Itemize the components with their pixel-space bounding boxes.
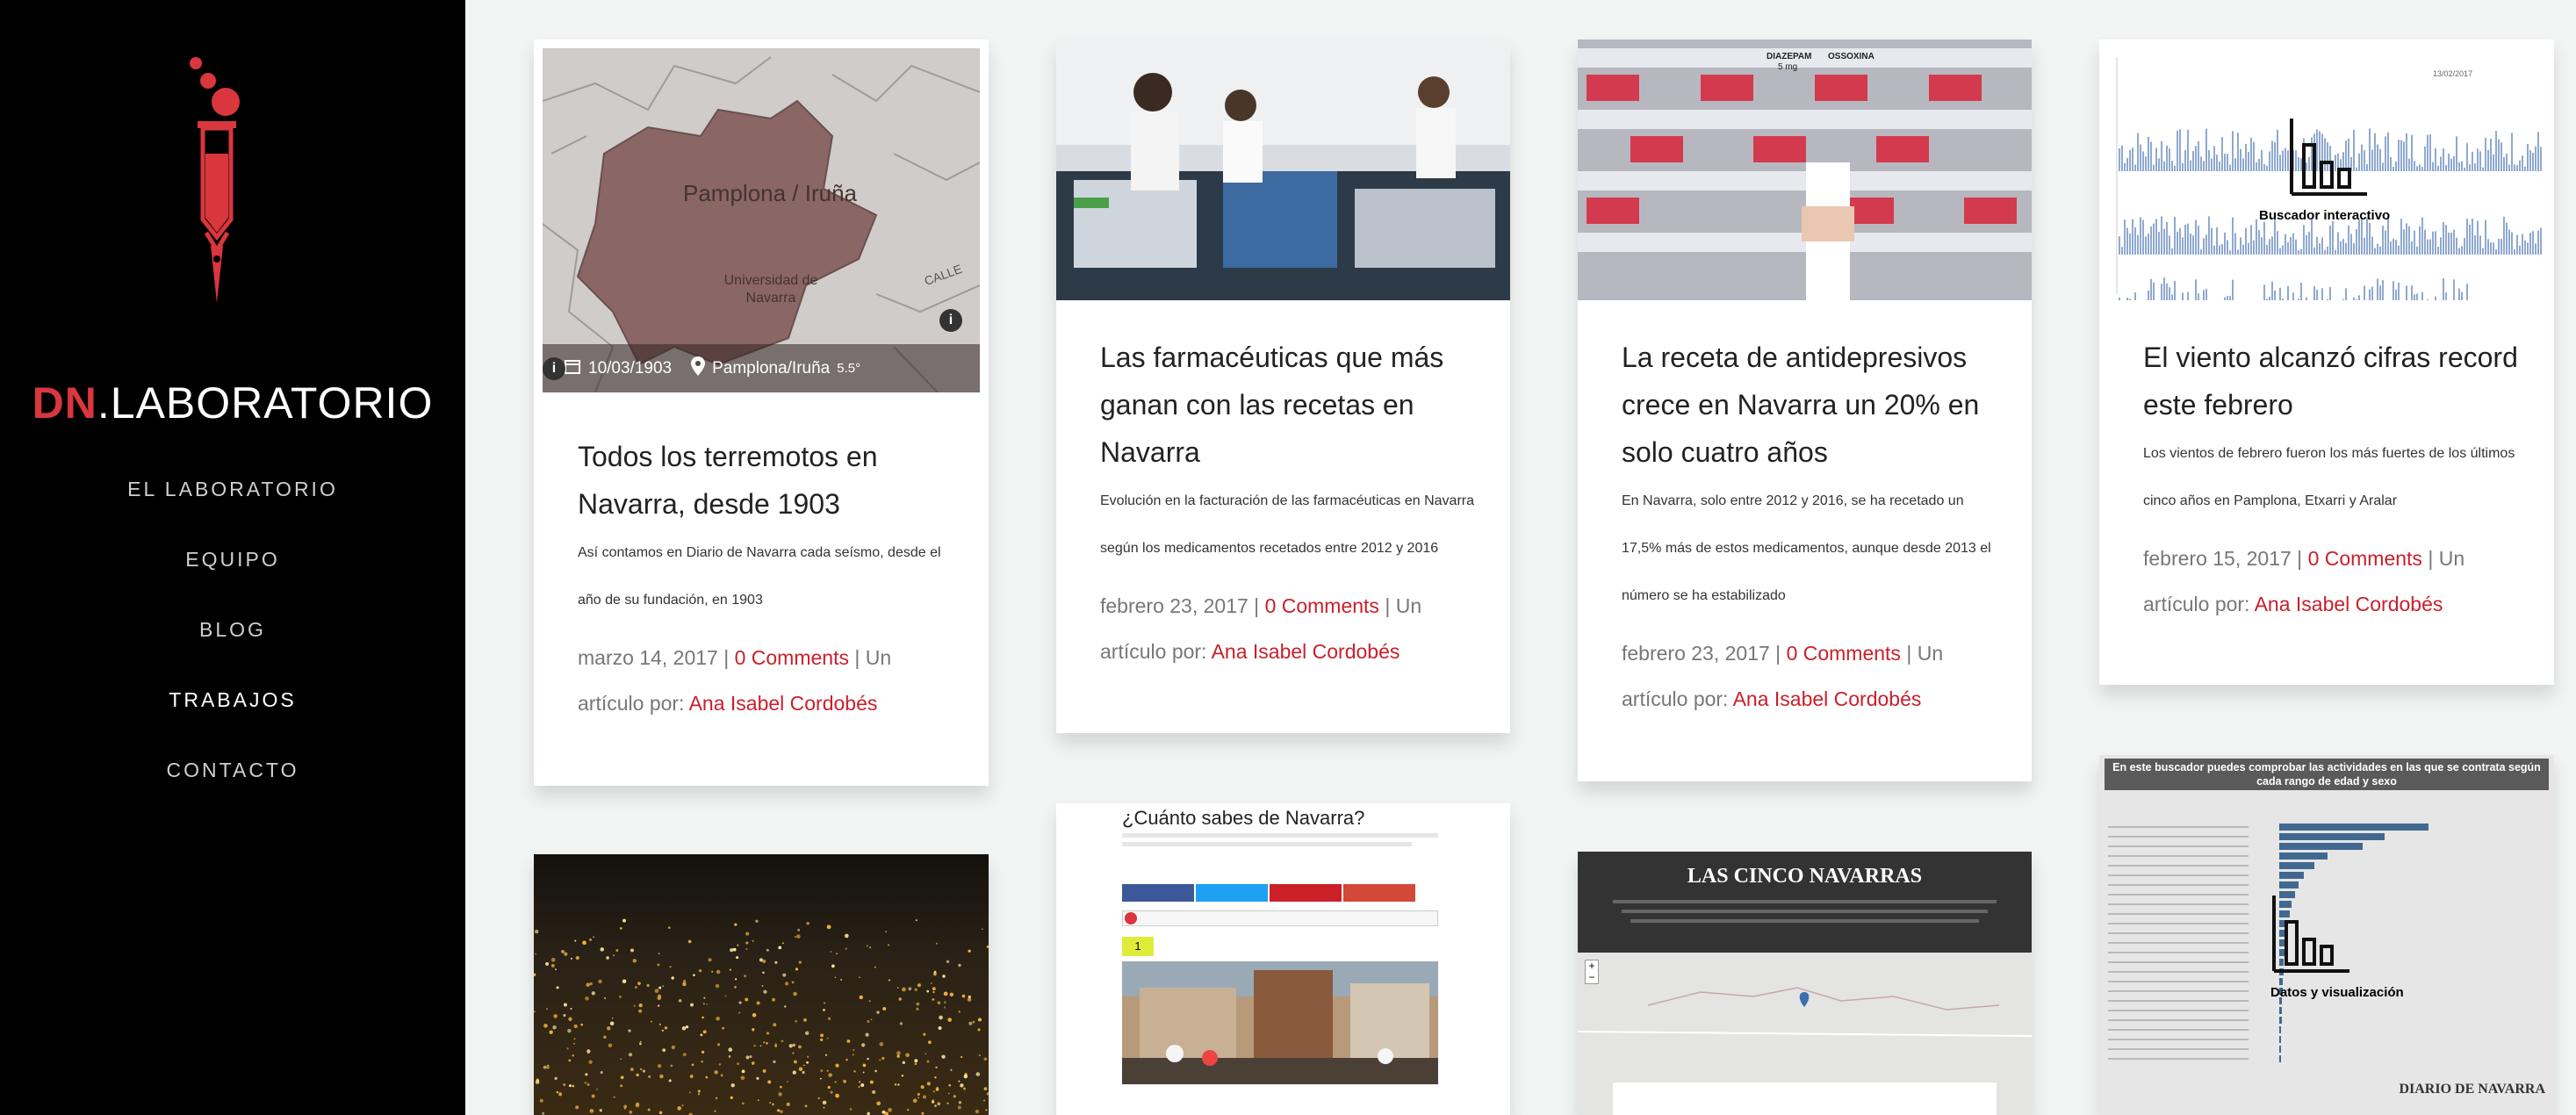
post-title[interactable]: Las farmacéuticas que más ganan con las … [1100, 334, 1475, 476]
brand-name: DN.LABORATORIO [0, 378, 465, 428]
quiz-step[interactable]: 1 [1122, 937, 1154, 956]
location-pin-icon [691, 356, 706, 381]
post-card-farmaceuticas: Las farmacéuticas que más ganan con las … [1056, 40, 1510, 733]
post-excerpt: Así contamos en Diario de Navarra cada s… [578, 545, 941, 608]
post-thumbnail-map[interactable]: Pamplona / Iruña Universidad de Navarra … [542, 48, 981, 393]
post-date: marzo 14, 2017 [578, 646, 718, 669]
earthquake-date: 10/03/1903 [588, 358, 673, 378]
post-body: El viento alcanzó cifras record este feb… [2143, 334, 2519, 627]
magnitude-info-icon: i [543, 356, 565, 380]
map-city-label: Pamplona / Iruña [683, 180, 858, 206]
post-meta: marzo 14, 2017 | 0 Comments | Un artícul… [578, 646, 892, 715]
post-thumbnail-pharmacy[interactable]: DIAZEPAM 5 mg OSSOXINA [1578, 40, 2032, 300]
dataviz-title: En este buscador puedes comprobar las ac… [2112, 761, 2541, 788]
post-meta: febrero 23, 2017 | 0 Comments | Un artíc… [1100, 594, 1422, 663]
post-title[interactable]: El viento alcanzó cifras record este feb… [2143, 334, 2519, 428]
post-comments-link[interactable]: 0 Comments [735, 646, 849, 669]
post-title[interactable]: La receta de antidepresivos crece en Nav… [1622, 334, 1997, 476]
nav-trabajos[interactable]: TRABAJOS [0, 680, 465, 751]
drawer-label-ossoxina: OSSOXINA [1828, 52, 1874, 61]
post-excerpt: Evolución en la facturación de las farma… [1100, 493, 1474, 556]
post-card-viento: 13/02/2017 Buscador interactivo El vient… [2099, 40, 2554, 685]
drawer-label-diazepam: DIAZEPAM [1767, 52, 1812, 61]
navarras-map-graphic [1578, 987, 2032, 1115]
post-comments-link[interactable]: 0 Comments [2308, 547, 2422, 570]
twitter-share-button[interactable] [1196, 884, 1268, 902]
post-excerpt: En Navarra, solo entre 2012 y 2016, se h… [1622, 493, 1991, 603]
lab-photo [1056, 40, 1510, 300]
post-thumbnail-lab[interactable] [1056, 40, 1510, 300]
post-meta: febrero 15, 2017 | 0 Comments | Un artíc… [2143, 547, 2465, 615]
post-card-dataviz[interactable]: En este buscador puedes comprobar las ac… [2099, 755, 2554, 1115]
pen-flask-icon [190, 57, 240, 303]
post-date: febrero 23, 2017 [1100, 594, 1248, 617]
post-author-link[interactable]: Ana Isabel Cordobés [689, 692, 878, 715]
navarras-intro-line-2 [1622, 910, 1988, 913]
post-card-cinco-navarras[interactable]: LAS CINCO NAVARRAS + − [1578, 852, 2032, 1115]
post-date: febrero 23, 2017 [1622, 642, 1770, 665]
post-meta: febrero 23, 2017 | 0 Comments | Un artíc… [1622, 642, 1944, 710]
navarras-intro-line-1 [1613, 900, 1997, 903]
calendar-icon [564, 357, 581, 380]
post-excerpt: Los vientos de febrero fueron los más fu… [2143, 446, 2515, 508]
nav-equipo[interactable]: EQUIPO [0, 540, 465, 610]
post-author-link[interactable]: Ana Isabel Cordobés [2255, 593, 2443, 615]
nav-blog[interactable]: BLOG [0, 610, 465, 680]
quiz-title: ¿Cuánto sabes de Navarra? [1122, 807, 1365, 829]
post-thumbnail-wind-chart[interactable]: 13/02/2017 Buscador interactivo [2099, 40, 2554, 300]
navarras-title: LAS CINCO NAVARRAS [1687, 865, 1923, 888]
brand-prefix: DN [32, 378, 97, 428]
quiz-photo [1122, 961, 1438, 1084]
bar-chart-icon [2270, 896, 2349, 979]
post-date: febrero 15, 2017 [2143, 547, 2292, 570]
site-logo[interactable]: DN.LABORATORIO [0, 53, 465, 428]
nav-el-laboratorio[interactable]: EL LABORATORIO [0, 470, 465, 540]
quiz-current-dot [1125, 912, 1137, 924]
nav-contacto[interactable]: CONTACTO [0, 751, 465, 821]
bar-chart-icon [2288, 119, 2367, 202]
post-comments-link[interactable]: 0 Comments [1265, 594, 1379, 617]
sidebar: DN.LABORATORIO EL LABORATORIO EQUIPO BLO… [0, 0, 465, 1115]
post-author-link[interactable]: Ana Isabel Cordobés [1733, 687, 1922, 710]
earthquake-info-bar: 10/03/1903 Pamplona/Iruña i 5.5° [543, 344, 980, 392]
post-card-night-city[interactable] [534, 854, 989, 1115]
night-city-photo [534, 854, 989, 1115]
map-info-icon[interactable]: i [939, 309, 962, 332]
earthquake-magnitude: 5.5° [837, 361, 861, 376]
main-nav: EL LABORATORIO EQUIPO BLOG TRABAJOS CONT… [0, 470, 465, 821]
map-zoom-controls[interactable]: + − [1585, 960, 1599, 984]
facebook-share-button[interactable] [1122, 884, 1194, 902]
pinterest-share-button[interactable] [1270, 884, 1342, 902]
share-buttons [1122, 884, 1415, 902]
post-body: Todos los terremotos en Navarra, desde 1… [578, 433, 953, 726]
post-body: La receta de antidepresivos crece en Nav… [1622, 334, 1997, 722]
post-card-terremotos: Pamplona / Iruña Universidad de Navarra … [534, 40, 989, 786]
post-body: Las farmacéuticas que más ganan con las … [1100, 334, 1475, 674]
navarras-intro-line-3 [1630, 919, 1979, 923]
dataviz-brand: DIARIO DE NAVARRA [2399, 1082, 2545, 1097]
post-title[interactable]: Todos los terremotos en Navarra, desde 1… [578, 433, 953, 528]
map-university-label: Universidad de Navarra [723, 273, 818, 306]
earthquake-place: Pamplona/Iruña [712, 358, 831, 378]
thumbnail-overlay-label: Buscador interactivo [2259, 208, 2391, 223]
navarras-header: LAS CINCO NAVARRAS [1578, 852, 2032, 953]
post-comments-link[interactable]: 0 Comments [1787, 642, 1901, 665]
drawer-label-dose: 5 mg [1778, 62, 1798, 72]
earthquake-map-graphic [542, 48, 981, 393]
quiz-progress [1122, 910, 1438, 926]
navarras-map[interactable]: + − [1578, 953, 2032, 1115]
email-share-button[interactable] [1343, 884, 1415, 902]
wind-chart-date: 13/02/2017 [2433, 69, 2473, 78]
post-card-quiz[interactable]: ¿Cuánto sabes de Navarra? 1 [1056, 803, 1510, 1115]
brand-suffix: .LABORATORIO [97, 378, 434, 428]
post-card-antidepresivos: DIAZEPAM 5 mg OSSOXINA La receta de anti… [1578, 40, 2032, 781]
quiz-intro-line-1 [1122, 833, 1438, 838]
post-author-link[interactable]: Ana Isabel Cordobés [1212, 640, 1400, 663]
quiz-intro-line-2 [1122, 842, 1412, 846]
dataviz-thumbnail: En este buscador puedes comprobar las ac… [2099, 755, 2554, 1115]
thumbnail-overlay-label: Datos y visualización [2270, 985, 2404, 1000]
pharmacy-drawers-photo [1578, 40, 2032, 300]
